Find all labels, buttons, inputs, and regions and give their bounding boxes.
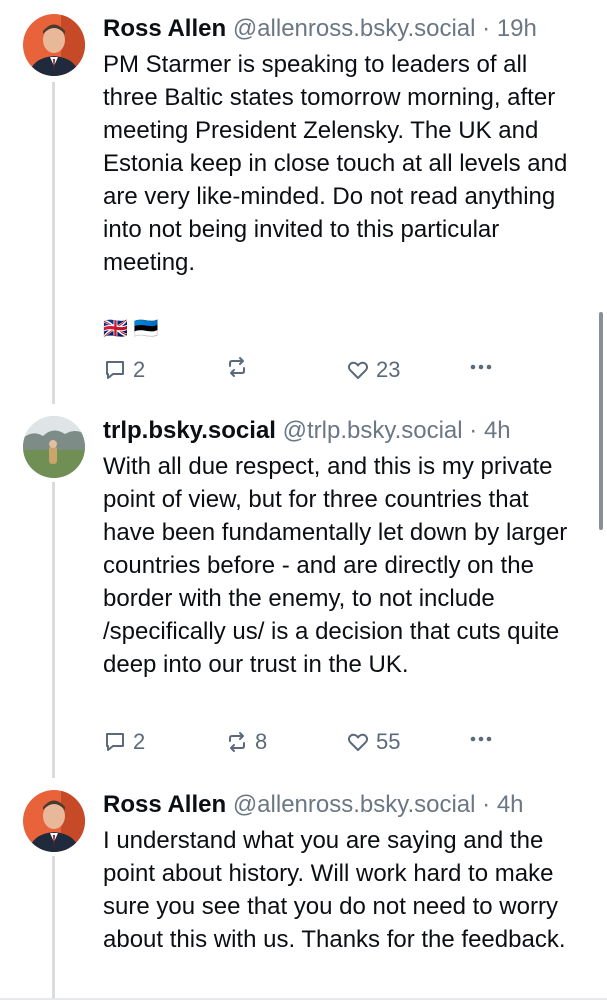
post-header: trlp.bsky.social @trlp.bsky.social · 4h xyxy=(103,416,511,446)
estonia-flag-emoji: 🇪🇪 xyxy=(133,318,159,340)
avatar[interactable] xyxy=(23,790,85,852)
scrollbar[interactable] xyxy=(599,312,603,530)
repost-count: 8 xyxy=(255,729,268,754)
like-button[interactable]: 55 xyxy=(346,727,400,757)
post-text: PM Starmer is speaking to leaders of all… xyxy=(103,51,568,276)
repost-arrows-icon xyxy=(229,732,245,752)
more-options-button[interactable] xyxy=(468,727,494,751)
post[interactable]: Ross Allen @allenross.bsky.social · 4h I… xyxy=(0,776,607,1000)
author-name[interactable]: trlp.bsky.social xyxy=(103,417,276,444)
post-timestamp[interactable]: 4h xyxy=(497,791,524,818)
author-name[interactable]: Ross Allen xyxy=(103,791,226,818)
post-timestamp[interactable]: 4h xyxy=(484,417,511,444)
heart-icon xyxy=(347,733,369,751)
separator: · xyxy=(482,791,491,818)
avatar[interactable] xyxy=(23,416,85,478)
heart-icon xyxy=(347,361,369,379)
avatar[interactable] xyxy=(23,14,85,76)
post-text: I understand what you are saying and the… xyxy=(103,827,566,953)
ellipsis-icon xyxy=(470,364,492,370)
avatar-image xyxy=(23,790,85,852)
like-count: 55 xyxy=(376,729,401,754)
separator: · xyxy=(482,15,491,42)
reply-button[interactable]: 2 xyxy=(103,727,145,757)
post[interactable]: Ross Allen @allenross.bsky.social · 19h … xyxy=(0,0,607,400)
post-header: Ross Allen @allenross.bsky.social · 19h xyxy=(103,14,537,44)
post-actions: 2 23 xyxy=(103,355,503,385)
author-name[interactable]: Ross Allen xyxy=(103,15,226,42)
reply-button[interactable]: 2 xyxy=(103,355,145,385)
post-actions: 2 8 55 xyxy=(103,727,503,757)
thread-view: Ross Allen @allenross.bsky.social · 19h … xyxy=(0,0,607,1000)
post-header: Ross Allen @allenross.bsky.social · 4h xyxy=(103,790,524,820)
reply-count: 2 xyxy=(133,729,146,754)
speech-bubble-icon xyxy=(106,733,124,751)
uk-flag-emoji: 🇬🇧 xyxy=(103,318,128,340)
avatar-image xyxy=(23,416,85,478)
reply-count: 2 xyxy=(133,357,146,382)
author-handle[interactable]: @trlp.bsky.social xyxy=(283,417,463,444)
avatar-image xyxy=(23,14,85,76)
post-text: With all due respect, and this is my pri… xyxy=(103,453,568,678)
like-count: 23 xyxy=(376,357,401,382)
repost-button[interactable] xyxy=(225,355,255,379)
flag-emoji-row: 🇬🇧 🇪🇪 xyxy=(103,316,159,342)
author-handle[interactable]: @allenross.bsky.social xyxy=(233,15,476,42)
post-timestamp[interactable]: 19h xyxy=(497,15,537,42)
more-options-button[interactable] xyxy=(468,355,494,379)
like-button[interactable]: 23 xyxy=(346,355,400,385)
post[interactable]: trlp.bsky.social @trlp.bsky.social · 4h … xyxy=(0,402,607,774)
repost-arrows-icon xyxy=(229,357,245,377)
ellipsis-icon xyxy=(470,736,492,742)
author-handle[interactable]: @allenross.bsky.social xyxy=(233,791,476,818)
speech-bubble-icon xyxy=(106,361,124,379)
separator: · xyxy=(469,417,478,444)
repost-button[interactable]: 8 xyxy=(225,727,267,757)
